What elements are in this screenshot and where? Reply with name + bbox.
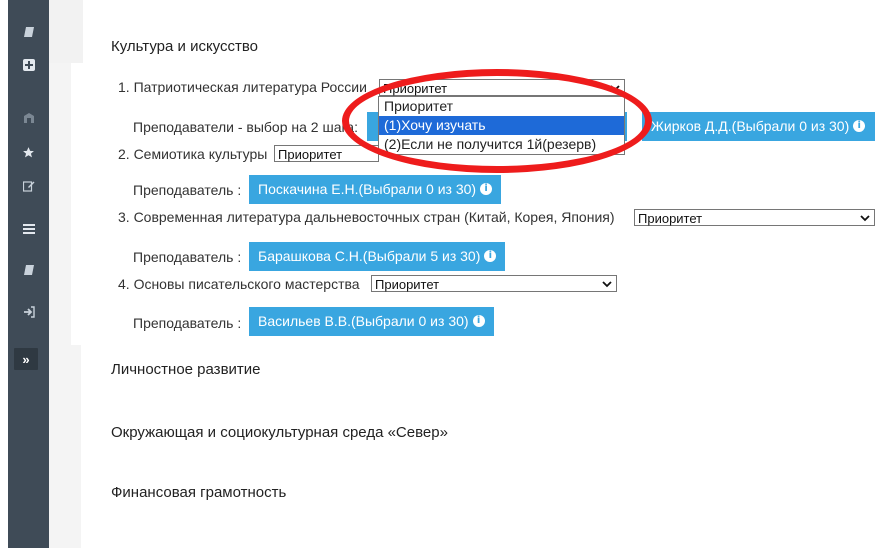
teacher-button-poskachina[interactable]: Поскачина Е.Н.(Выбрали 0 из 30) i [249,175,502,204]
dropdown-option[interactable]: (2)Если не получится 1й(резерв) [379,135,624,154]
teacher-button-barashkova[interactable]: Барашкова С.Н.(Выбрали 5 из 30) i [249,242,506,271]
info-icon: i [853,120,866,133]
sidebar: » [8,0,49,548]
sidebar-item-edit[interactable] [8,171,49,201]
header-gutter [49,0,83,63]
priority-select-value: Приоритет [278,147,343,162]
chevron-down-icon [610,85,620,92]
course-title-1: 1. Патриотическая литература России [118,79,367,95]
book-icon [23,26,35,38]
sidebar-item-logout[interactable] [8,297,49,327]
star-icon [22,146,35,159]
sign-out-icon [23,306,35,318]
sidebar-item-favorites[interactable] [8,137,49,167]
priority-select-1[interactable]: Приоритет [379,79,625,96]
section-title-personal[interactable]: Личностное развитие [111,361,261,378]
teacher-button-label: Поскачина Е.Н.(Выбрали 0 из 30) [258,181,477,197]
teacher-button-label: Жирков Д.Д.(Выбрали 0 из 30) [651,118,850,134]
teacher-label-3: Преподаватель : [133,249,242,265]
book-icon [23,264,35,276]
sidebar-item-columns[interactable] [8,103,49,133]
teacher-button-zhirkov[interactable]: Жирков Д.Д.(Выбрали 0 из 30) i [642,112,875,141]
priority-select-value: Приоритет [375,277,440,292]
course-title-3: 3. Современная литература дальневосточны… [118,209,615,225]
lower-gutter [49,345,81,548]
chevron-right-icon: » [22,351,30,367]
priority-select-4[interactable]: Приоритет [371,275,617,292]
course-title-4: 4. Основы писательского мастерства [118,276,360,292]
teacher-button-label: Васильев В.В.(Выбрали 0 из 30) [258,313,469,329]
info-icon: i [472,315,485,328]
teacher-label-4: Преподаватель : [133,315,242,331]
plus-square-icon [22,59,35,71]
priority-select-value: Приоритет [383,81,448,96]
info-icon: i [480,183,493,196]
section-title-culture: Культура и искусство [111,38,259,55]
teacher-button-label: Барашкова С.Н.(Выбрали 5 из 30) [258,248,481,264]
priority-select-3[interactable]: Приоритет [634,209,875,226]
section-title-finance[interactable]: Финансовая грамотность [111,484,286,501]
dropdown-option[interactable]: Приоритет [379,97,624,116]
teacher-button-vasiliev[interactable]: Васильев В.В.(Выбрали 0 из 30) i [249,307,494,336]
teacher-label-2: Преподаватель : [133,182,242,198]
list-icon [22,224,35,234]
dropdown-option-selected[interactable]: (1)Хочу изучать [379,116,624,135]
sidebar-item-add[interactable] [8,50,49,80]
chevron-down-icon [602,281,612,288]
info-icon: i [484,250,497,263]
sidebar-expand-button[interactable]: » [14,348,38,370]
sidebar-item-journal[interactable] [8,255,49,285]
sidebar-item-book[interactable] [8,17,49,47]
edit-icon [22,180,35,192]
section-title-environment[interactable]: Окружающая и социокультурная среда «Севе… [111,424,448,441]
course-title-2: 2. Семиотика культуры [118,146,268,162]
teacher-label-1: Преподаватели - выбор на 2 шага: [133,119,358,135]
priority-select-2[interactable]: Приоритет [274,145,379,162]
priority-dropdown-list: Приоритет (1)Хочу изучать (2)Если не пол… [378,96,625,155]
columns-icon [23,113,35,123]
priority-select-value: Приоритет [638,211,703,226]
content-gutter-strip [49,63,71,345]
chevron-down-icon [860,215,870,222]
sidebar-item-list[interactable] [8,214,49,244]
